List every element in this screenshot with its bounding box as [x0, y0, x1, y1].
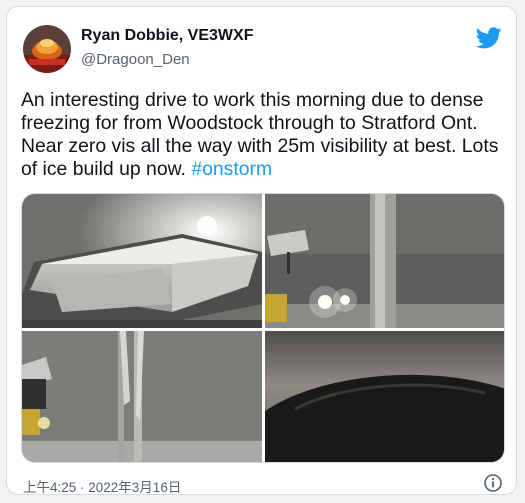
info-icon[interactable]: [484, 474, 502, 492]
avatar[interactable]: [23, 25, 71, 73]
media-grid: [21, 193, 505, 463]
photo-3[interactable]: [22, 331, 262, 462]
tweet-text: An interesting drive to work this mornin…: [21, 89, 507, 181]
timestamp[interactable]: 上午4:25 · 2022年3月16日: [23, 476, 181, 494]
photo-1[interactable]: [22, 194, 262, 328]
hashtag-link[interactable]: #onstorm: [191, 158, 272, 180]
tweet-card: Ryan Dobbie, VE3WXF @Dragoon_Den An inte…: [6, 6, 517, 495]
photo-2[interactable]: [265, 194, 504, 328]
author-name[interactable]: Ryan Dobbie, VE3WXF: [81, 27, 253, 45]
twitter-bird-icon[interactable]: [475, 27, 502, 49]
photo-4[interactable]: [265, 331, 504, 462]
author-handle[interactable]: @Dragoon_Den: [81, 51, 190, 68]
